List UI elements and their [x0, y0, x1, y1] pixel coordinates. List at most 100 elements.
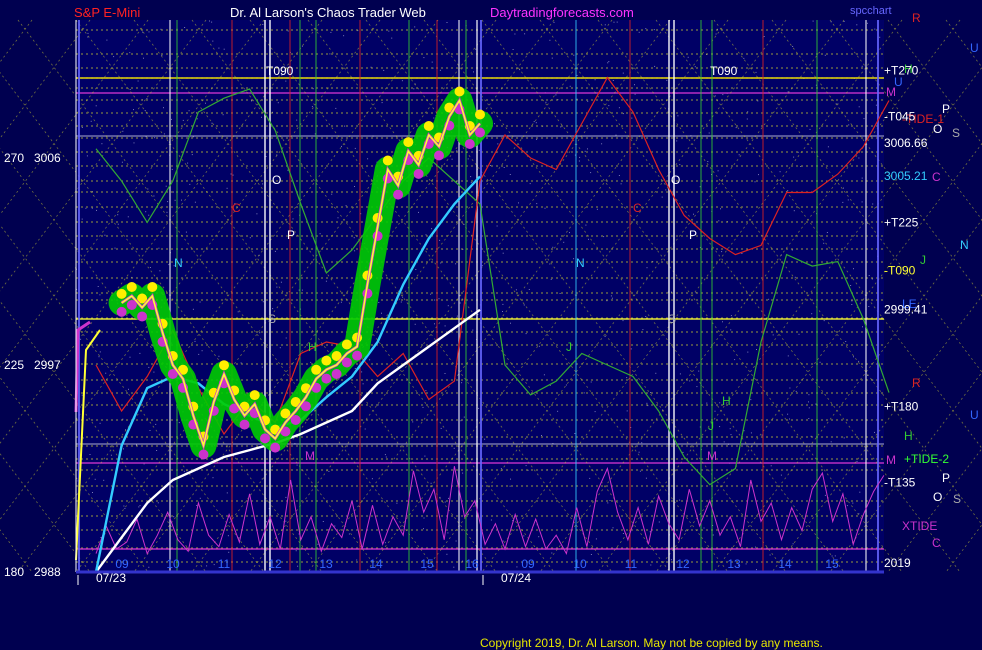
star: [174, 199, 176, 201]
star: [666, 79, 668, 81]
star: [138, 506, 140, 508]
star: [447, 305, 449, 307]
star: [199, 301, 201, 303]
star: [502, 540, 504, 542]
star: [853, 356, 854, 358]
star: [565, 384, 567, 386]
star: [723, 441, 725, 443]
star: [99, 422, 101, 424]
star: [789, 387, 791, 389]
star: [503, 167, 505, 168]
star: [707, 161, 709, 162]
star: [90, 120, 92, 122]
star: [746, 118, 748, 120]
hour-tick-label: 12: [676, 557, 690, 571]
price-low-dot: [198, 449, 209, 460]
star: [497, 143, 499, 145]
star: [555, 94, 557, 96]
star: [523, 535, 525, 537]
star: [867, 222, 868, 224]
star: [423, 517, 425, 519]
star: [412, 421, 414, 423]
price-high-dot: [147, 282, 158, 292]
star: [867, 22, 868, 24]
star: [793, 210, 795, 212]
side-label: +TIDE-2: [904, 452, 949, 466]
price-low-dot: [137, 311, 148, 322]
star: [461, 382, 463, 384]
star: [296, 119, 298, 121]
right-axis-label: +T180: [884, 399, 919, 413]
star: [528, 289, 530, 290]
star: [525, 333, 527, 335]
star: [769, 554, 771, 556]
star: [652, 501, 654, 503]
star: [795, 390, 797, 392]
right-axis-label: 3005.21: [884, 169, 928, 183]
star: [868, 275, 870, 276]
star: [329, 53, 331, 55]
star: [462, 472, 464, 474]
plot-label: J: [566, 340, 572, 354]
star: [551, 57, 553, 59]
star: [167, 201, 169, 203]
star: [388, 30, 390, 32]
price-high-dot: [126, 282, 137, 292]
side-label: M: [886, 453, 896, 467]
star: [137, 80, 139, 82]
side-label: R: [912, 11, 921, 25]
star: [714, 410, 716, 412]
star: [85, 207, 87, 209]
star: [354, 147, 356, 149]
hour-tick-label: 15: [420, 557, 434, 571]
star: [827, 146, 829, 148]
star: [183, 470, 185, 472]
star: [792, 543, 794, 545]
star: [553, 21, 555, 23]
hour-tick-label: 09: [521, 557, 535, 571]
star: [145, 211, 147, 213]
star: [129, 356, 131, 358]
star: [563, 241, 565, 243]
star: [524, 33, 526, 35]
star: [879, 36, 881, 38]
star: [608, 105, 610, 107]
star: [851, 300, 853, 302]
star: [646, 267, 648, 269]
star: [172, 191, 174, 193]
star: [761, 434, 763, 436]
star: [96, 209, 97, 211]
site-url[interactable]: Daytradingforecasts.com: [490, 5, 634, 20]
star: [601, 143, 603, 145]
star: [862, 326, 863, 328]
copyright-notice: Copyright 2019, Dr. Al Larson. May not b…: [480, 636, 823, 650]
plot-label: H: [308, 340, 317, 354]
star: [874, 431, 875, 433]
price-high-dot: [341, 339, 352, 350]
star: [853, 268, 854, 270]
star: [626, 377, 628, 379]
star: [871, 278, 873, 280]
star: [354, 368, 356, 369]
star: [514, 33, 516, 35]
star: [285, 496, 287, 498]
star: [256, 213, 258, 215]
plot-label: P: [689, 228, 697, 242]
star: [99, 294, 101, 296]
plot-label: M: [707, 449, 717, 463]
star: [712, 534, 714, 536]
star: [852, 502, 854, 504]
star: [502, 311, 503, 312]
star: [529, 183, 531, 185]
star: [787, 413, 789, 415]
star: [846, 505, 848, 507]
star: [222, 114, 224, 116]
star: [166, 211, 168, 213]
star: [148, 31, 150, 33]
star: [81, 127, 83, 128]
star: [223, 48, 225, 50]
star: [730, 315, 732, 317]
star: [143, 57, 144, 59]
star: [538, 345, 540, 347]
hour-tick-label: 14: [778, 557, 792, 571]
